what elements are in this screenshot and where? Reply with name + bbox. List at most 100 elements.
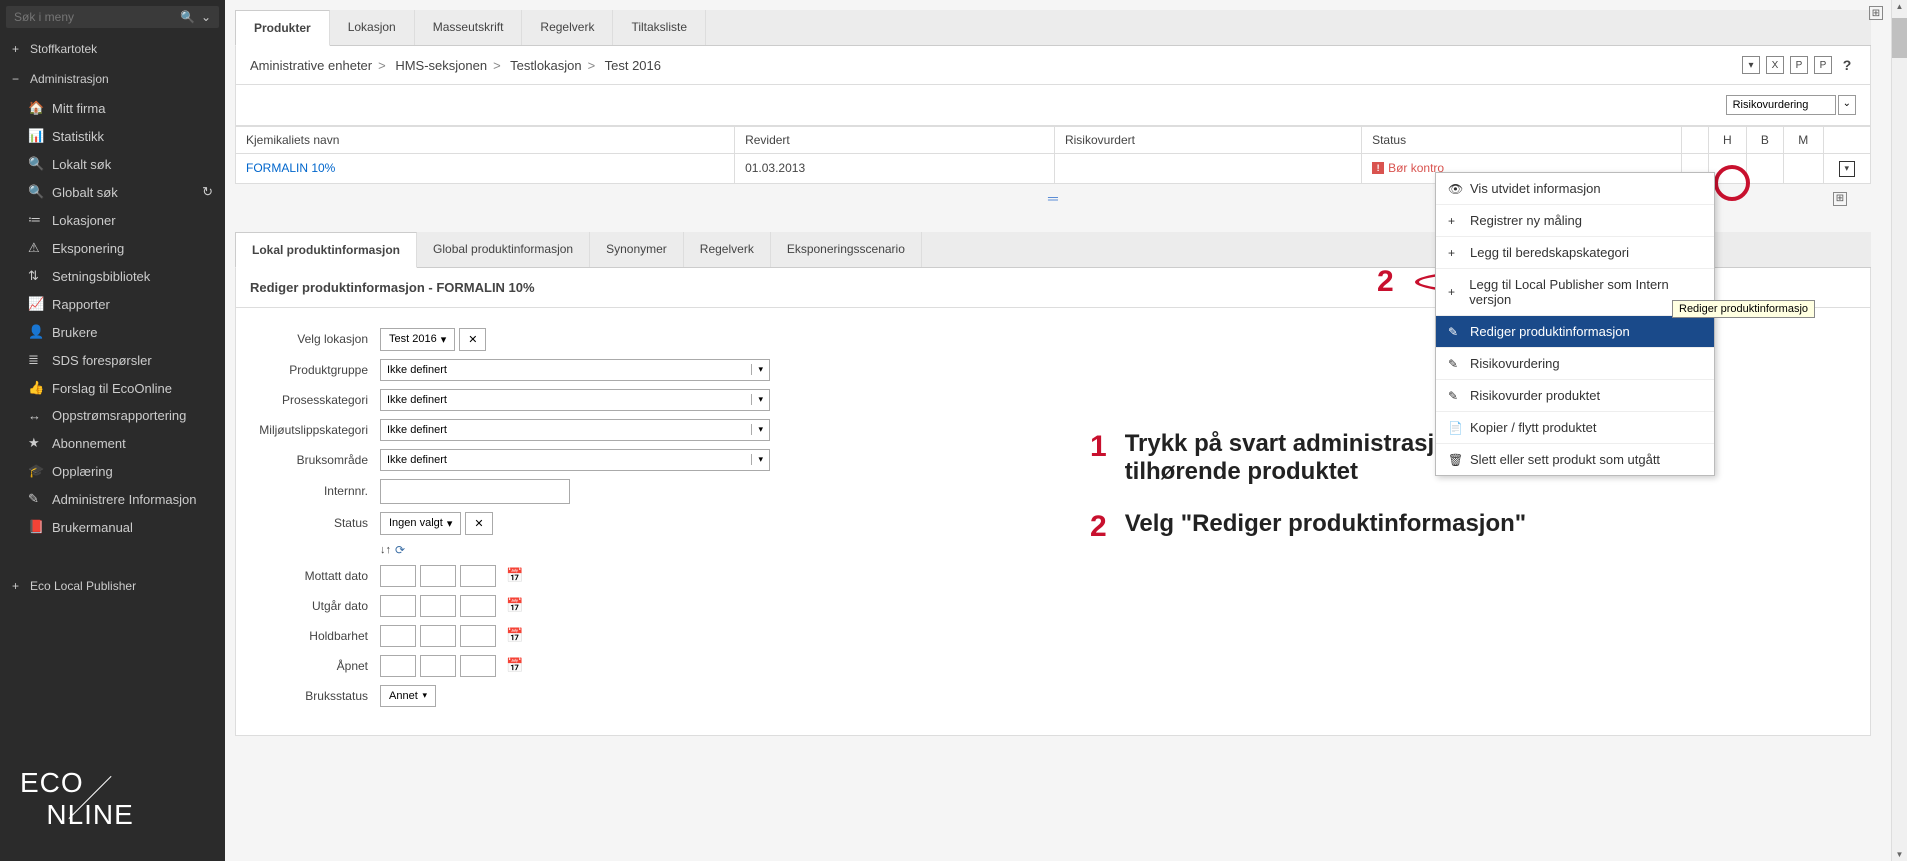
select-bruksstatus[interactable]: Annet▾	[380, 685, 436, 707]
help-icon[interactable]: ?	[1838, 56, 1856, 74]
trash-icon: 🗑	[1448, 453, 1462, 467]
mottatt-day[interactable]	[380, 565, 416, 587]
nav-brukermanual[interactable]: 📕Brukermanual	[0, 513, 225, 541]
col-h[interactable]: H	[1708, 127, 1746, 154]
tab-tiltaksliste[interactable]: Tiltaksliste	[613, 10, 706, 45]
utgar-year[interactable]	[460, 595, 496, 617]
ctx-risikovurder[interactable]: ✎Risikovurder produktet	[1436, 380, 1714, 412]
nav-abonnement[interactable]: ★Abonnement	[0, 429, 225, 457]
col-name[interactable]: Kjemikaliets navn	[236, 127, 735, 154]
scrollbar[interactable]: ▲ ▼	[1891, 0, 1907, 861]
select-lokasjon[interactable]: Test 2016▾	[380, 328, 455, 351]
nav-oppstrom[interactable]: ↔Oppstrømsrapportering	[0, 402, 225, 429]
clear-lokasjon[interactable]: ✕	[459, 328, 486, 351]
reload-icon[interactable]: ⟳	[395, 543, 405, 557]
sort-icon[interactable]: ↓↑	[380, 544, 391, 556]
nav-lokalt-sok[interactable]: 🔍Lokalt søk	[0, 150, 225, 178]
input-internnr[interactable]	[380, 479, 570, 504]
nav-sds[interactable]: ≣SDS forespørsler	[0, 346, 225, 374]
apnet-year[interactable]	[460, 655, 496, 677]
select-status[interactable]: Ingen valgt▾	[380, 512, 461, 535]
apnet-month[interactable]	[420, 655, 456, 677]
nav-section-administrasjon[interactable]: − Administrasjon	[0, 64, 225, 94]
mottatt-month[interactable]	[420, 565, 456, 587]
ctx-rediger[interactable]: ✎Rediger produktinformasjon	[1436, 316, 1714, 348]
tab-lokasjon[interactable]: Lokasjon	[330, 10, 415, 45]
nav-statistikk[interactable]: 📊Statistikk	[0, 122, 225, 150]
list-icon: ≣	[28, 352, 44, 368]
calendar-icon[interactable]: 📅	[506, 627, 523, 644]
nav-forslag[interactable]: 👍Forslag til EcoOnline	[0, 374, 225, 402]
mottatt-year[interactable]	[460, 565, 496, 587]
calendar-icon[interactable]: 📅	[506, 567, 523, 584]
filter-dropdown-icon[interactable]: ⌄	[1838, 95, 1856, 115]
sort-icon: ⇅	[28, 268, 44, 284]
col-revidert[interactable]: Revidert	[735, 127, 1055, 154]
expand-panel-icon[interactable]: ⊞	[1869, 6, 1883, 20]
nav-globalt-sok[interactable]: 🔍Globalt søk↻	[0, 178, 225, 206]
utgar-month[interactable]	[420, 595, 456, 617]
ctx-legg-beredskap[interactable]: +Legg til beredskapskategori	[1436, 237, 1714, 269]
subtab-lokal[interactable]: Lokal produktinformasjon	[235, 232, 417, 268]
tab-masseutskrift[interactable]: Masseutskrift	[415, 10, 523, 45]
export-pdf-icon[interactable]: P	[1790, 56, 1808, 74]
holdbarhet-month[interactable]	[420, 625, 456, 647]
utgar-day[interactable]	[380, 595, 416, 617]
list-icon: ≔	[28, 212, 44, 228]
ctx-vis-utvidet[interactable]: 👁Vis utvidet informasjon	[1436, 173, 1714, 205]
ctx-slett[interactable]: 🗑Slett eller sett produkt som utgått	[1436, 444, 1714, 475]
subtab-regelverk[interactable]: Regelverk	[684, 232, 771, 267]
label-miljo: Miljøutslippskategori	[250, 423, 380, 437]
nav-rapporter[interactable]: 📈Rapporter	[0, 290, 225, 318]
nav-section-publisher[interactable]: + Eco Local Publisher	[0, 571, 225, 601]
tab-produkter[interactable]: Produkter	[235, 10, 330, 46]
nav-setningsbibliotek[interactable]: ⇅Setningsbibliotek	[0, 262, 225, 290]
select-prosess[interactable]: Ikke definert▾	[380, 389, 770, 411]
refresh-icon[interactable]: ↻	[202, 184, 213, 200]
arrows-icon: ↔	[28, 408, 44, 423]
search-input[interactable]	[14, 10, 174, 24]
holdbarhet-day[interactable]	[380, 625, 416, 647]
search-icon[interactable]: 🔍	[180, 10, 195, 24]
chevron-down-icon[interactable]: ⌄	[201, 10, 211, 24]
subtab-synonymer[interactable]: Synonymer	[590, 232, 684, 267]
subtab-global[interactable]: Global produktinformasjon	[417, 232, 590, 267]
ctx-risikovurdering[interactable]: ✎Risikovurdering	[1436, 348, 1714, 380]
select-produktgruppe[interactable]: Ikke definert▾	[380, 359, 770, 381]
nav-admin-info[interactable]: ✎Administrere Informasjon	[0, 485, 225, 513]
nav-eksponering[interactable]: ⚠Eksponering	[0, 234, 225, 262]
col-b[interactable]: B	[1746, 127, 1783, 154]
ctx-registrer-maling[interactable]: +Registrer ny måling	[1436, 205, 1714, 237]
select-miljo[interactable]: Ikke definert▾	[380, 419, 770, 441]
plus-icon: +	[1448, 246, 1462, 260]
product-link[interactable]: FORMALIN 10%	[246, 161, 335, 175]
calendar-icon[interactable]: 📅	[506, 597, 523, 614]
export-excel-icon[interactable]: X	[1766, 56, 1784, 74]
expand-lower-icon[interactable]: ⊞	[1833, 192, 1847, 206]
action-dropdown-icon[interactable]: ▾	[1742, 56, 1760, 74]
holdbarhet-year[interactable]	[460, 625, 496, 647]
clear-status[interactable]: ✕	[465, 512, 492, 535]
ctx-kopier[interactable]: 📄Kopier / flytt produktet	[1436, 412, 1714, 444]
scroll-up-icon[interactable]: ▲	[1892, 0, 1907, 13]
select-bruksomrade[interactable]: Ikke definert▾	[380, 449, 770, 471]
sidebar-search[interactable]: 🔍 ⌄	[6, 6, 219, 28]
nav-opplaering[interactable]: 🎓Opplæring	[0, 457, 225, 485]
apnet-day[interactable]	[380, 655, 416, 677]
col-risiko[interactable]: Risikovurdert	[1054, 127, 1361, 154]
subtab-eksponering[interactable]: Eksponeringsscenario	[771, 232, 922, 267]
tab-regelverk[interactable]: Regelverk	[522, 10, 613, 45]
scroll-down-icon[interactable]: ▼	[1892, 848, 1907, 861]
nav-brukere[interactable]: 👤Brukere	[0, 318, 225, 346]
col-m[interactable]: M	[1783, 127, 1823, 154]
context-menu: 👁Vis utvidet informasjon +Registrer ny m…	[1435, 172, 1715, 476]
export-pdf2-icon[interactable]: P	[1814, 56, 1832, 74]
calendar-icon[interactable]: 📅	[506, 657, 523, 674]
nav-lokasjoner[interactable]: ≔Lokasjoner	[0, 206, 225, 234]
scrollbar-thumb[interactable]	[1892, 18, 1907, 58]
nav-section-stoffkartotek[interactable]: + Stoffkartotek	[0, 34, 225, 64]
filter-select[interactable]: Risikovurdering	[1726, 95, 1836, 115]
col-status[interactable]: Status	[1362, 127, 1682, 154]
nav-mitt-firma[interactable]: 🏠Mitt firma	[0, 94, 225, 122]
row-action-dropdown[interactable]: ▾	[1839, 161, 1855, 177]
